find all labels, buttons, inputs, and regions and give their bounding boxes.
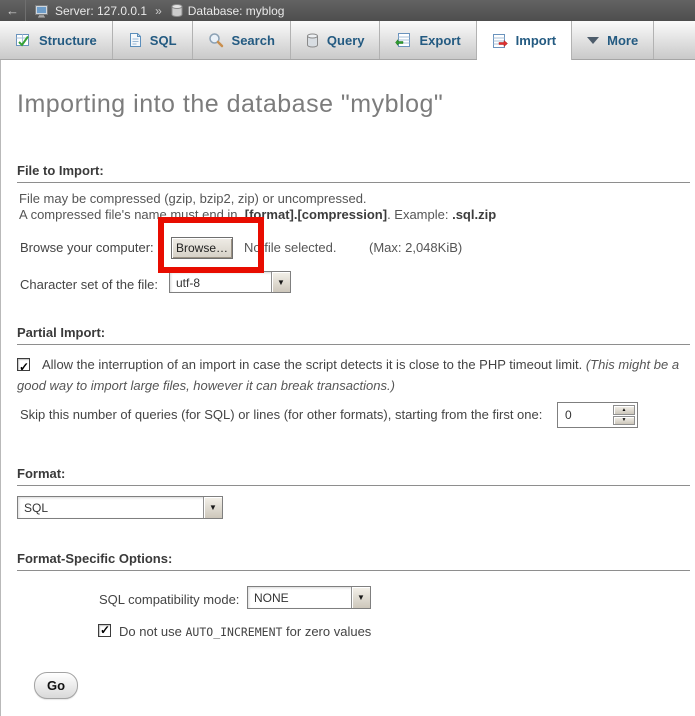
- no-file-selected-text: No file selected.: [244, 240, 337, 255]
- tab-label: Search: [232, 33, 275, 48]
- spinner-control: [611, 403, 637, 427]
- breadcrumb-database-label: Database: myblog: [188, 4, 285, 18]
- tab-label: More: [607, 33, 638, 48]
- auto-increment-code: AUTO_INCREMENT: [186, 625, 283, 639]
- back-arrow-button[interactable]: ←: [0, 0, 26, 21]
- tab-sql[interactable]: SQL: [113, 21, 193, 59]
- import-page: Importing into the database "myblog" Fil…: [0, 60, 695, 716]
- tab-query[interactable]: Query: [291, 21, 381, 59]
- browse-label: Browse your computer:: [20, 240, 154, 255]
- structure-icon: [15, 32, 31, 48]
- query-icon: [306, 33, 319, 48]
- breadcrumb-separator: »: [155, 4, 162, 18]
- tab-search[interactable]: Search: [193, 21, 291, 59]
- section-heading-format: Format:: [17, 466, 690, 486]
- zero-values-label: Do not use AUTO_INCREMENT for zero value…: [119, 624, 371, 639]
- tab-export[interactable]: Export: [380, 21, 476, 59]
- tab-label: Structure: [39, 33, 97, 48]
- chevron-down-icon[interactable]: [351, 587, 370, 608]
- spinner-down-icon[interactable]: [613, 416, 635, 426]
- charset-select[interactable]: utf-8: [169, 271, 291, 293]
- breadcrumb-database[interactable]: Database: myblog: [171, 4, 285, 18]
- skip-queries-value: 0: [558, 403, 611, 427]
- sql-icon: [128, 32, 142, 48]
- chevron-down-icon[interactable]: [271, 272, 290, 292]
- sql-compat-selected-value: NONE: [248, 587, 351, 608]
- tab-more[interactable]: More: [572, 21, 654, 59]
- skip-queries-input[interactable]: 0: [557, 402, 638, 428]
- allow-interruption-checkbox[interactable]: [17, 358, 30, 371]
- partial-import-option: Allow the interruption of an import in c…: [17, 354, 683, 396]
- format-select[interactable]: SQL: [17, 496, 223, 519]
- chevron-down-icon: [587, 37, 599, 44]
- breadcrumb: ← Server: 127.0.0.1 » Database: myblog: [0, 0, 695, 21]
- server-icon: [35, 4, 50, 18]
- database-icon: [171, 4, 183, 17]
- export-icon: [395, 32, 411, 48]
- chevron-down-icon[interactable]: [203, 497, 222, 518]
- breadcrumb-server-label: Server: 127.0.0.1: [55, 4, 147, 18]
- sql-compat-select[interactable]: NONE: [247, 586, 371, 609]
- section-heading-file-to-import: File to Import:: [17, 163, 690, 183]
- skip-queries-label: Skip this number of queries (for SQL) or…: [20, 407, 542, 422]
- import-icon: [492, 33, 508, 49]
- sql-compat-label: SQL compatibility mode:: [99, 592, 239, 607]
- compression-info-line2: A compressed file's name must end in .[f…: [19, 207, 496, 222]
- breadcrumb-server[interactable]: Server: 127.0.0.1: [35, 4, 147, 18]
- tab-label: Export: [419, 33, 460, 48]
- tab-label: SQL: [150, 33, 177, 48]
- browse-button[interactable]: Browse…: [171, 237, 233, 259]
- zero-values-checkbox[interactable]: [98, 624, 111, 637]
- section-heading-format-options: Format-Specific Options:: [17, 551, 690, 571]
- charset-label: Character set of the file:: [20, 277, 158, 292]
- section-heading-partial-import: Partial Import:: [17, 325, 690, 345]
- back-arrow-icon: ←: [6, 3, 19, 18]
- search-icon: [208, 32, 224, 48]
- go-button[interactable]: Go: [34, 672, 78, 699]
- format-selected-value: SQL: [18, 497, 203, 518]
- tab-structure[interactable]: Structure: [0, 21, 113, 59]
- charset-selected-value: utf-8: [170, 272, 271, 292]
- spinner-up-icon[interactable]: [613, 405, 635, 415]
- allow-interruption-text: Allow the interruption of an import in c…: [42, 357, 586, 372]
- tab-label: Query: [327, 33, 365, 48]
- tab-import[interactable]: Import: [477, 21, 572, 60]
- tab-label: Import: [516, 33, 556, 48]
- page-title: Importing into the database "myblog": [17, 90, 443, 119]
- compression-info-line1: File may be compressed (gzip, bzip2, zip…: [19, 191, 367, 206]
- max-size-text: (Max: 2,048KiB): [369, 240, 462, 255]
- tab-bar: Structure SQL Search Query Export Import…: [0, 21, 695, 60]
